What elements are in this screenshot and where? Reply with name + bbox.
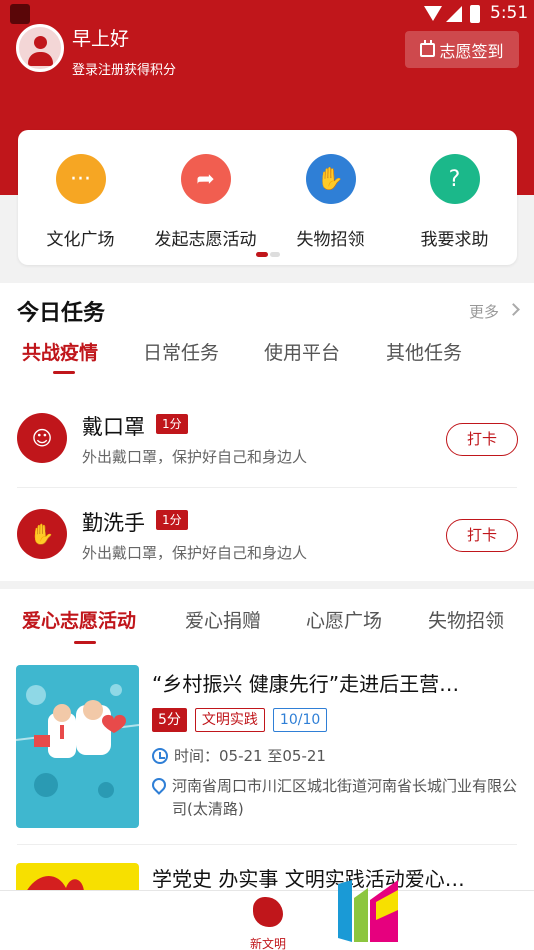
task-name: 勤洗手: [82, 511, 145, 535]
tab-other-tasks[interactable]: 其他任务: [386, 338, 462, 365]
user-icon-body: [28, 52, 53, 66]
divider: [17, 844, 517, 845]
user-icon: [34, 36, 47, 49]
quick-action-label: 文化广场: [46, 230, 115, 250]
today-tasks-section: 今日任务 更多 共战疫情 日常任务 使用平台 其他任务 ☺ 戴口罩 1分 外出戴…: [0, 283, 534, 581]
greeting-text: 早上好: [72, 28, 130, 50]
new-civilization-icon: [253, 897, 283, 927]
points-badge: 1分: [156, 510, 188, 530]
nav-label: 新文明: [249, 937, 286, 950]
tab-underline: [53, 371, 75, 374]
share-arrow-icon: ➦: [180, 154, 231, 204]
app-logo-icon[interactable]: [338, 880, 398, 942]
activity-address-text: 河南省周口市川汇区城北街道河南省长城门业有限公司(太清路): [172, 777, 518, 818]
status-time: 5:51: [490, 3, 529, 23]
divider: [17, 487, 517, 488]
category-tag: 文明实践: [194, 708, 265, 732]
signal-icon: [446, 6, 462, 22]
tab-underline: [74, 641, 96, 644]
activity-title: 学党史 办实事 文明实践活动爱心…: [152, 867, 465, 891]
more-link[interactable]: 更多: [469, 301, 499, 322]
quick-action-lost-found[interactable]: ✋ 失物招领: [268, 154, 393, 250]
tab-wish-square[interactable]: 心愿广场: [306, 606, 382, 633]
tab-daily-tasks[interactable]: 日常任务: [143, 338, 219, 365]
capacity-tag: 10/10: [272, 708, 328, 732]
bottom-navigation: 新文明: [0, 890, 534, 950]
clock-icon: [152, 747, 168, 764]
activity-time: 时间：05-21 至05-21: [152, 745, 326, 766]
quick-action-label: 失物招领: [296, 230, 365, 250]
quick-action-culture-square[interactable]: ··· 文化广场: [18, 154, 143, 250]
section-title: 今日任务: [17, 301, 106, 326]
punch-in-button[interactable]: 打卡: [446, 519, 518, 552]
tab-fight-epidemic[interactable]: 共战疫情: [22, 338, 98, 365]
location-pin-icon: [149, 775, 169, 795]
volunteer-checkin-button[interactable]: 志愿签到: [405, 31, 519, 68]
avatar[interactable]: [16, 24, 64, 72]
quick-action-label: 我要求助: [420, 230, 489, 250]
page-dot: [270, 252, 280, 257]
help-message-icon: ?: [429, 154, 480, 204]
activity-time-text: 时间：05-21 至05-21: [174, 747, 326, 765]
quick-action-ask-help[interactable]: ? 我要求助: [392, 154, 517, 250]
punch-in-button[interactable]: 打卡: [446, 423, 518, 456]
quick-actions-card: ··· 文化广场 ➦ 发起志愿活动 ✋ 失物招领 ? 我要求助: [18, 130, 517, 265]
login-register-link[interactable]: 登录注册获得积分: [72, 59, 176, 78]
activity-tags: 5分 文明实践 10/10: [152, 708, 328, 732]
task-name: 戴口罩: [82, 415, 145, 439]
hand-wash-icon: ✋: [17, 509, 67, 559]
score-tag: 5分: [152, 708, 187, 732]
page-indicator: [256, 252, 280, 257]
quick-action-start-volunteer[interactable]: ➦ 发起志愿活动: [143, 154, 268, 250]
page-dot-active: [256, 252, 268, 257]
chevron-right-icon[interactable]: [507, 303, 520, 316]
lost-found-icon: ✋: [305, 154, 356, 204]
activity-thumbnail: [16, 665, 139, 828]
quick-action-label: 发起志愿活动: [154, 230, 257, 250]
app-notification-icon: [10, 4, 30, 24]
tab-lost-found[interactable]: 失物招领: [428, 606, 504, 633]
points-badge: 1分: [156, 414, 188, 434]
task-row: ☺ 戴口罩 1分 外出戴口罩，保护好自己和身边人 打卡: [0, 393, 534, 487]
activity-title: “乡村振兴 健康先行”走进后王营…: [152, 672, 460, 696]
wifi-icon: [424, 6, 442, 21]
tab-donations[interactable]: 爱心捐赠: [185, 606, 261, 633]
calendar-icon: [420, 39, 436, 57]
nav-item-new-civilization[interactable]: 新文明: [240, 897, 296, 950]
task-row: ✋ 勤洗手 1分 外出戴口罩，保护好自己和身边人 打卡: [0, 489, 534, 583]
mask-icon: ☺: [17, 413, 67, 463]
activity-address: 河南省周口市川汇区城北街道河南省长城门业有限公司(太清路): [149, 775, 518, 821]
tab-use-platform[interactable]: 使用平台: [264, 338, 340, 365]
tab-volunteer-activities[interactable]: 爱心志愿活动: [22, 606, 136, 633]
checkin-label: 志愿签到: [439, 41, 504, 61]
chat-bubble-icon: ···: [55, 154, 106, 204]
task-description: 外出戴口罩，保护好自己和身边人: [82, 448, 308, 466]
task-description: 外出戴口罩，保护好自己和身边人: [82, 544, 308, 562]
battery-icon: [470, 5, 480, 23]
